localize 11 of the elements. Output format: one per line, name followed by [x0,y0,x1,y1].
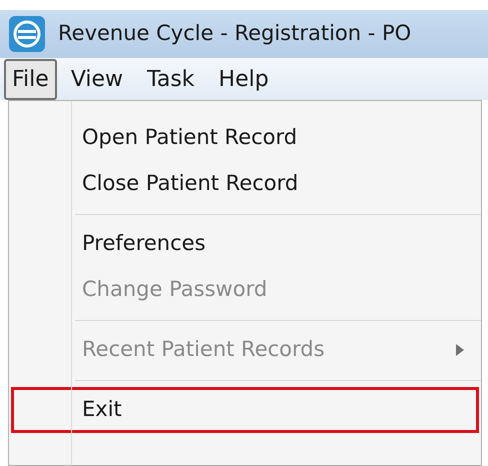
submenu-arrow-icon [456,344,464,356]
menu-item[interactable]: Close Patient Record [11,161,479,207]
window-title: Revenue Cycle - Registration - PO [58,20,412,48]
menu-item[interactable]: Open Patient Record [11,115,479,161]
menu-item[interactable]: Preferences [11,221,479,267]
menu-item[interactable]: Exit [11,387,479,433]
menu-bar-item[interactable]: Task [137,56,205,102]
menu-bar-item[interactable]: View [60,56,134,102]
menu-bar-item[interactable]: File [4,58,57,100]
menu-bar-item[interactable]: Help [208,56,279,102]
app-logo-icon [8,15,46,53]
